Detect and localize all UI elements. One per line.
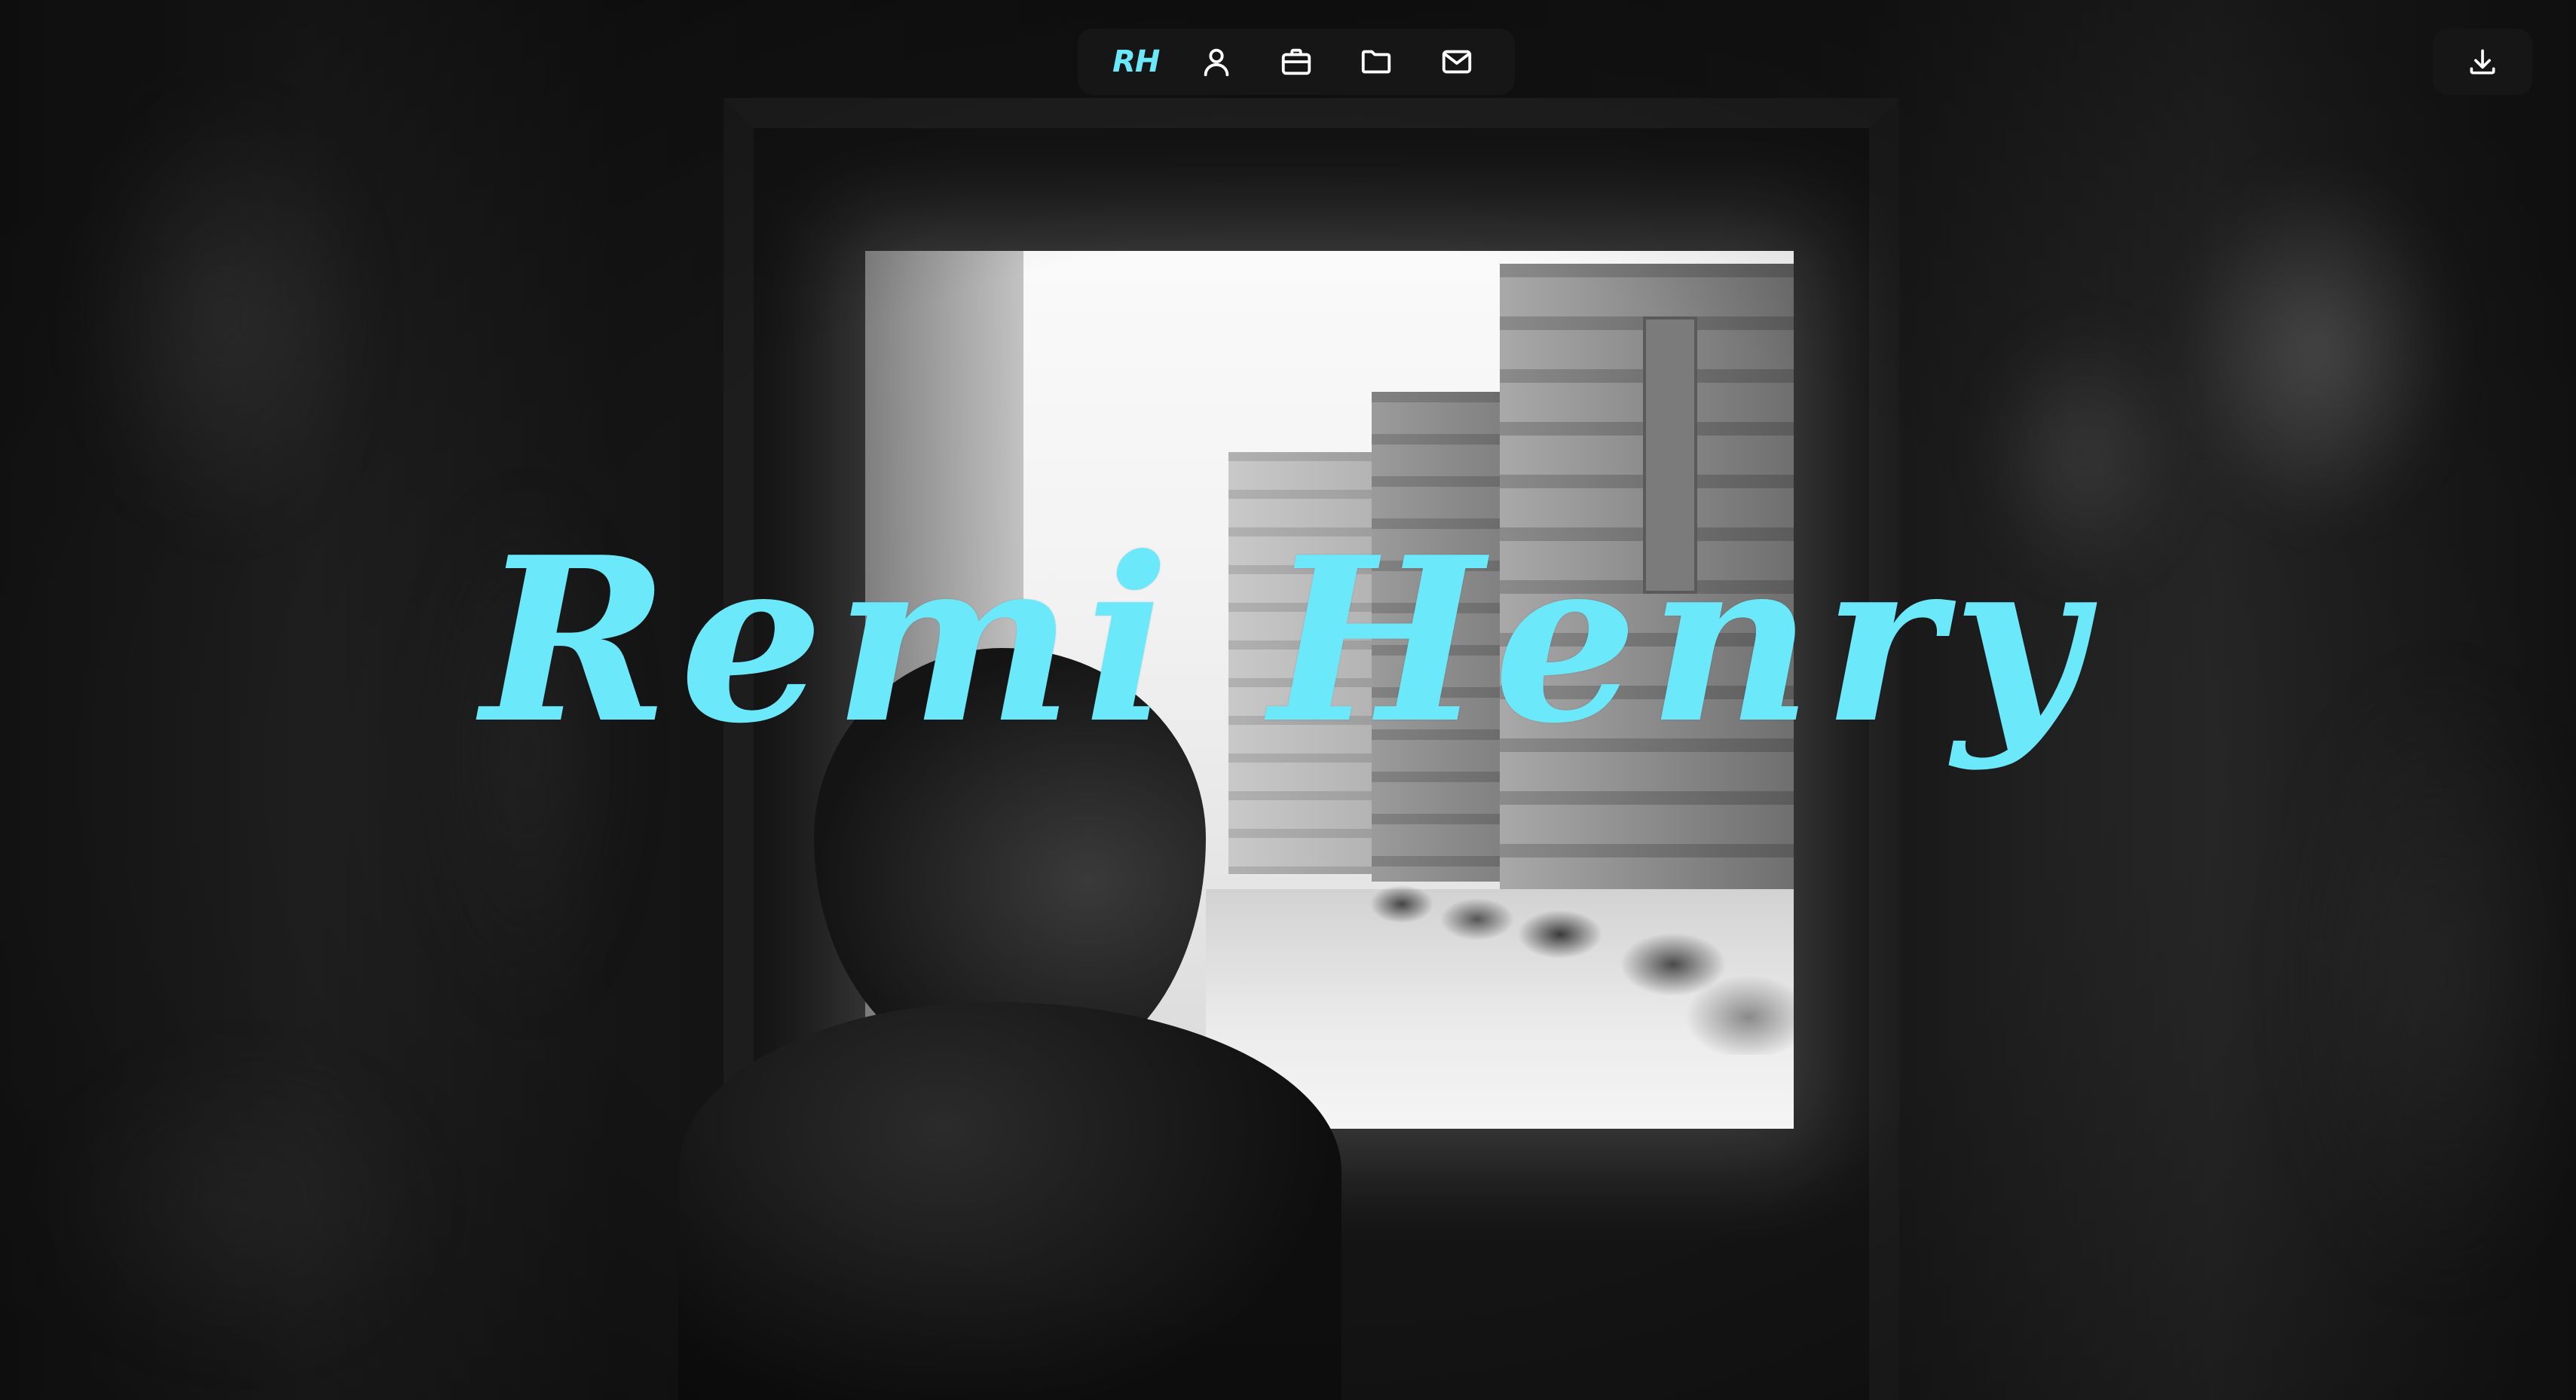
nav-logo-home[interactable]: RH	[1101, 35, 1170, 89]
logo-monogram: RH	[1112, 44, 1160, 79]
user-icon	[1204, 48, 1228, 77]
download-icon	[2470, 49, 2495, 75]
nav-item-projects[interactable]	[1342, 35, 1411, 89]
briefcase-icon	[1281, 48, 1311, 75]
hero-title: Remi Henry	[481, 507, 2095, 773]
nav-item-about[interactable]	[1182, 35, 1251, 89]
page: Remi Henry RH	[0, 0, 2576, 1400]
top-navigation: RH	[1078, 29, 1515, 95]
nav-item-work[interactable]	[1262, 35, 1331, 89]
nav-item-contact[interactable]	[1422, 35, 1491, 89]
folder-icon	[1362, 50, 1391, 74]
download-button[interactable]	[2433, 29, 2532, 95]
mail-icon	[1442, 50, 1471, 74]
